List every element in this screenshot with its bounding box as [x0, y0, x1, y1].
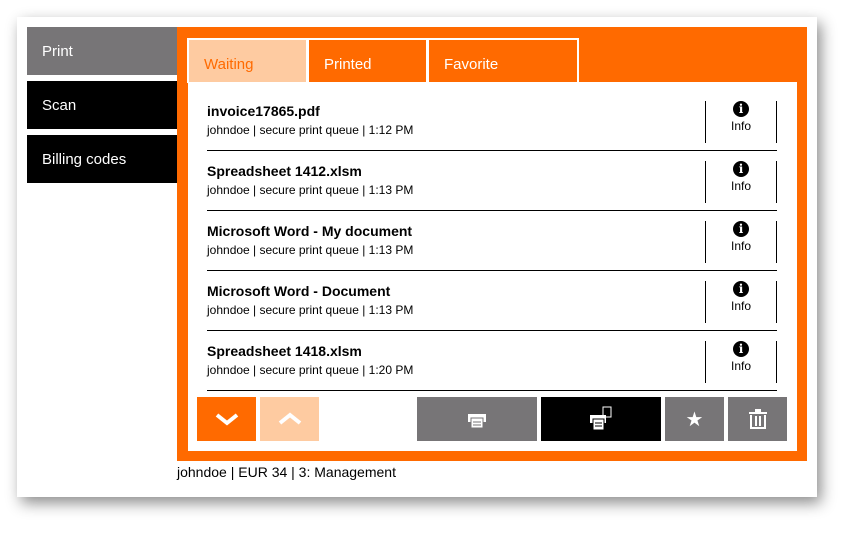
job-row[interactable]: invoice17865.pdf johndoe | secure print q…	[207, 91, 777, 151]
info-button[interactable]: i Info	[705, 341, 777, 383]
tab-waiting[interactable]: Waiting	[187, 38, 308, 83]
job-row[interactable]: Spreadsheet 1412.xlsm johndoe | secure pr…	[207, 151, 777, 211]
sidebar-item-billing-codes[interactable]: Billing codes	[27, 135, 177, 183]
print-copy-icon	[590, 406, 612, 431]
info-label: Info	[730, 299, 751, 313]
scroll-down-button[interactable]	[197, 397, 256, 441]
print-panel: Waiting Printed Favorite invoice17865.pd…	[177, 27, 807, 461]
job-meta: johndoe | secure print queue | 1:13 PM	[207, 183, 414, 197]
info-icon: i	[733, 101, 749, 117]
info-label: Info	[730, 359, 751, 373]
chevron-down-icon	[215, 413, 238, 426]
favorite-button[interactable]: ★	[665, 397, 724, 441]
job-title: Microsoft Word - Document	[207, 283, 391, 299]
job-title: Microsoft Word - My document	[207, 223, 413, 239]
status-footer: johndoe | EUR 34 | 3: Management	[177, 464, 396, 480]
job-list: invoice17865.pdf johndoe | secure print q…	[188, 82, 797, 451]
info-button[interactable]: i Info	[705, 161, 777, 203]
job-meta: johndoe | secure print queue | 1:13 PM	[207, 243, 414, 257]
star-icon: ★	[685, 408, 704, 431]
trash-icon	[748, 409, 767, 429]
job-row[interactable]: Spreadsheet 1418.xlsm johndoe | secure pr…	[207, 331, 777, 391]
job-meta: johndoe | secure print queue | 1:12 PM	[207, 123, 414, 137]
delete-button[interactable]	[728, 397, 787, 441]
info-label: Info	[730, 239, 751, 253]
job-row[interactable]: Microsoft Word - Document johndoe | secur…	[207, 271, 777, 331]
job-title: Spreadsheet 1418.xlsm	[207, 343, 362, 359]
job-title: invoice17865.pdf	[207, 103, 320, 119]
info-button[interactable]: i Info	[705, 221, 777, 263]
info-icon: i	[733, 161, 749, 177]
chevron-up-icon	[278, 412, 301, 425]
info-icon: i	[733, 341, 749, 357]
sidebar-item-scan[interactable]: Scan	[27, 81, 177, 129]
info-icon: i	[733, 221, 749, 237]
job-row[interactable]: Microsoft Word - My document johndoe | se…	[207, 211, 777, 271]
info-button[interactable]: i Info	[705, 101, 777, 143]
sidebar-item-print[interactable]: Print	[27, 27, 177, 75]
print-button[interactable]	[417, 397, 537, 441]
info-button[interactable]: i Info	[705, 281, 777, 323]
job-meta: johndoe | secure print queue | 1:13 PM	[207, 303, 414, 317]
tab-favorite[interactable]: Favorite	[427, 38, 579, 83]
print-and-keep-button[interactable]	[541, 397, 661, 441]
scroll-up-button[interactable]	[260, 397, 319, 441]
info-icon: i	[733, 281, 749, 297]
info-label: Info	[730, 179, 751, 193]
job-title: Spreadsheet 1412.xlsm	[207, 163, 362, 179]
tab-printed[interactable]: Printed	[307, 38, 428, 83]
printer-icon	[468, 414, 486, 429]
info-label: Info	[730, 119, 751, 133]
job-meta: johndoe | secure print queue | 1:20 PM	[207, 363, 414, 377]
